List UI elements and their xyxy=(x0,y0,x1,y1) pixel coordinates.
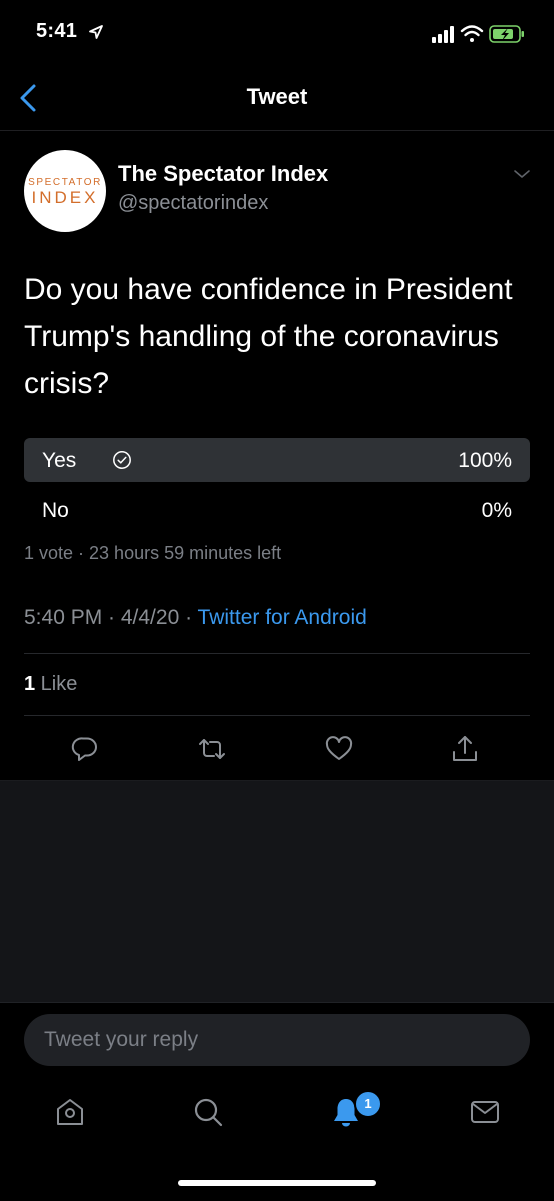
tweet-options-button[interactable] xyxy=(510,162,534,186)
tweet-timestamp-row: 5:40 PM · 4/4/20 · Twitter for Android xyxy=(24,606,367,630)
notifications-badge: 1 xyxy=(354,1090,382,1118)
retweet-button[interactable] xyxy=(197,734,227,764)
poll-option-label: Yes xyxy=(42,449,77,472)
tweet-source-link[interactable]: Twitter for Android xyxy=(198,606,367,629)
avatar-logo-top: SPECTATOR xyxy=(28,177,102,188)
chevron-down-icon xyxy=(514,170,530,178)
home-icon xyxy=(57,1099,83,1125)
like-button[interactable] xyxy=(324,734,354,764)
author-handle[interactable]: @spectatorindex xyxy=(118,192,268,215)
divider xyxy=(24,715,530,716)
poll-option-percent: 0% xyxy=(481,499,512,522)
check-circle-icon xyxy=(113,451,131,469)
like-icon xyxy=(325,736,353,760)
reply-icon xyxy=(71,737,97,761)
tab-home[interactable] xyxy=(54,1096,86,1128)
divider xyxy=(24,653,530,654)
poll-option-percent: 100% xyxy=(458,449,512,472)
avatar-logo-bottom: INDEX xyxy=(31,188,99,207)
home-indicator xyxy=(178,1180,376,1186)
empty-replies-area xyxy=(0,780,554,1003)
navigation-header: Tweet xyxy=(0,66,554,131)
status-bar: 5:41 xyxy=(0,0,554,66)
status-time: 5:41 xyxy=(36,20,78,42)
signal-icon xyxy=(432,26,454,43)
poll-option-no[interactable]: No 0% xyxy=(24,488,530,532)
avatar[interactable]: SPECTATOR INDEX xyxy=(24,150,106,232)
tab-messages[interactable] xyxy=(469,1096,501,1128)
retweet-icon xyxy=(199,739,225,759)
poll-option-label: No xyxy=(42,499,69,522)
poll-option-yes[interactable]: Yes 100% xyxy=(24,438,530,482)
reply-placeholder: Tweet your reply xyxy=(44,1028,199,1051)
reply-button[interactable] xyxy=(70,734,100,764)
tweet-timestamp: 5:40 PM · 4/4/20 · xyxy=(24,606,198,629)
status-icons xyxy=(432,25,524,43)
reply-input[interactable]: Tweet your reply xyxy=(24,1014,530,1066)
likes-row[interactable]: 1 Like xyxy=(24,673,77,696)
page-title: Tweet xyxy=(246,84,308,109)
share-icon xyxy=(453,736,477,761)
poll-meta: 1 vote · 23 hours 59 minutes left xyxy=(24,543,282,563)
poll-result-bar xyxy=(24,438,530,482)
share-button[interactable] xyxy=(450,734,480,764)
wifi-icon xyxy=(460,25,484,42)
battery-icon xyxy=(489,25,524,43)
search-icon xyxy=(194,1098,223,1127)
likes-label: Like xyxy=(35,673,78,695)
location-arrow-icon xyxy=(89,25,103,39)
tab-search[interactable] xyxy=(192,1096,224,1128)
messages-icon xyxy=(471,1101,499,1123)
likes-count: 1 xyxy=(24,673,36,695)
author-display-name[interactable]: The Spectator Index xyxy=(118,161,328,187)
tweet-text: Do you have confidence in President Trum… xyxy=(24,273,513,400)
